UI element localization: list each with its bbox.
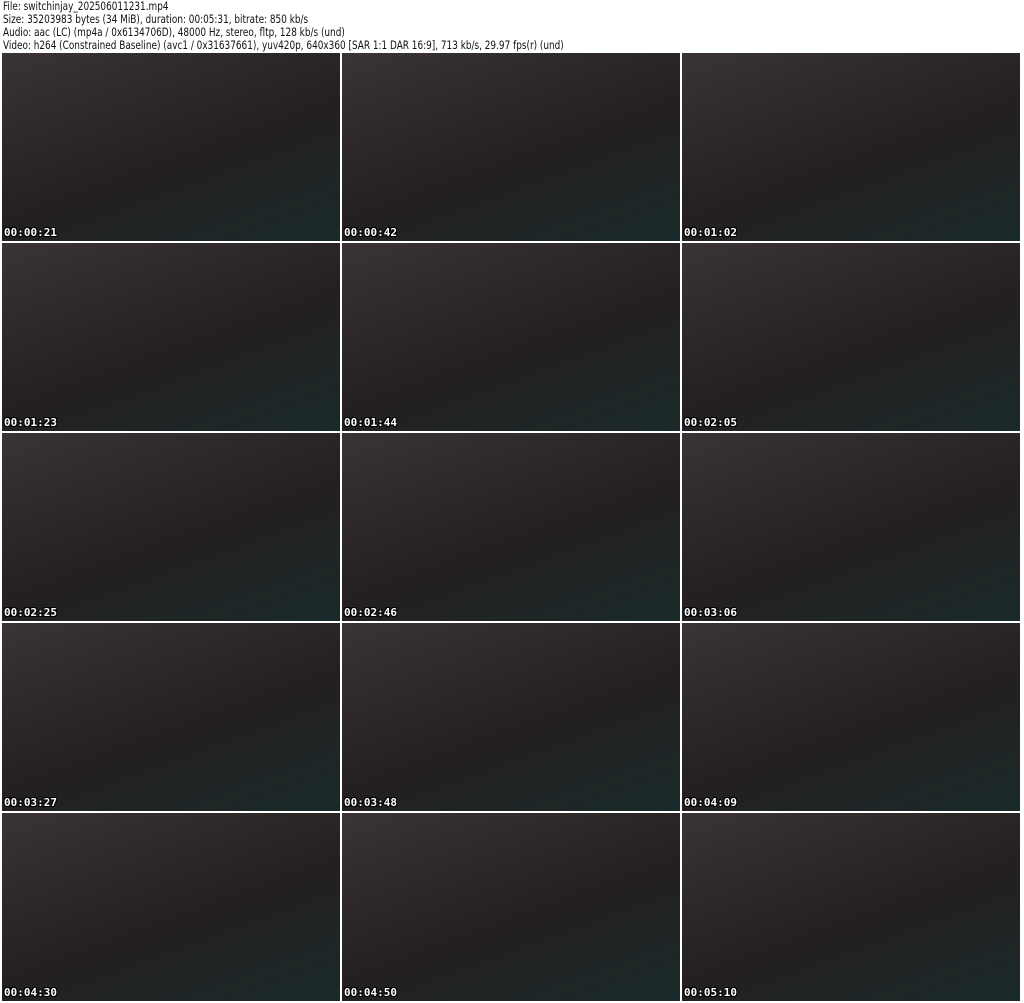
- video-thumbnail: 00:02:25: [2, 433, 340, 621]
- thumbnail-timestamp: 00:00:42: [344, 226, 397, 239]
- thumbnail-timestamp: 00:03:06: [684, 606, 737, 619]
- thumbnail-timestamp: 00:01:02: [684, 226, 737, 239]
- video-thumbnail: 00:04:50: [342, 813, 680, 1001]
- thumbnail-timestamp: 00:00:21: [4, 226, 57, 239]
- thumbnail-grid: 00:00:21 00:00:42 00:01:02 00:01:23 00:01:44…: [2, 53, 1020, 1001]
- thumbnail-timestamp: 00:04:30: [4, 986, 57, 999]
- video-thumbnail: 00:02:05: [682, 243, 1020, 431]
- video-thumbnail: 00:00:21: [2, 53, 340, 241]
- video-thumbnail: 00:01:02: [682, 53, 1020, 241]
- video-thumbnail: 00:03:27: [2, 623, 340, 811]
- thumbnail-timestamp: 00:02:25: [4, 606, 57, 619]
- thumbnail-timestamp: 00:02:05: [684, 416, 737, 429]
- thumbnail-timestamp: 00:02:46: [344, 606, 397, 619]
- video-thumbnail: 00:00:42: [342, 53, 680, 241]
- thumbnail-timestamp: 00:03:48: [344, 796, 397, 809]
- file-info-header: File: switchinjay_202506011231.mp4 Size:…: [3, 0, 655, 52]
- video-thumbnail: 00:01:44: [342, 243, 680, 431]
- video-thumbnail: 00:04:09: [682, 623, 1020, 811]
- video-thumbnail: 00:05:10: [682, 813, 1020, 1001]
- thumbnail-timestamp: 00:04:50: [344, 986, 397, 999]
- video-thumbnail: 00:03:48: [342, 623, 680, 811]
- thumbnail-timestamp: 00:01:44: [344, 416, 397, 429]
- thumbnail-timestamp: 00:04:09: [684, 796, 737, 809]
- video-thumbnail: 00:01:23: [2, 243, 340, 431]
- video-thumbnail: 00:04:30: [2, 813, 340, 1001]
- thumbnail-timestamp: 00:01:23: [4, 416, 57, 429]
- thumbnail-timestamp: 00:03:27: [4, 796, 57, 809]
- video-info: Video: h264 (Constrained Baseline) (avc1…: [3, 38, 564, 52]
- thumbnail-timestamp: 00:05:10: [684, 986, 737, 999]
- video-thumbnail: 00:02:46: [342, 433, 680, 621]
- video-thumbnail: 00:03:06: [682, 433, 1020, 621]
